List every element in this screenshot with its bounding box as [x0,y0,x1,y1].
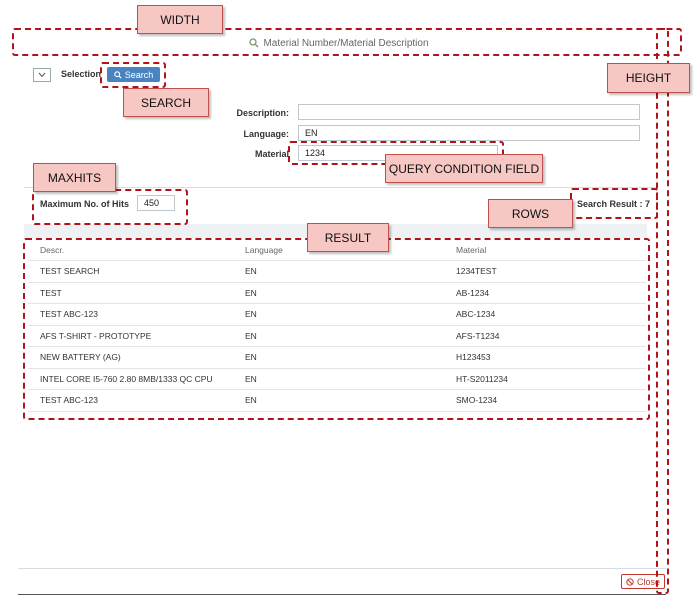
query-annotation-tag: QUERY CONDITION FIELD [385,154,543,183]
selection-label: Selection [61,69,102,79]
dialog-bottom-border [18,594,666,595]
result-annotation-tag: RESULT [307,223,389,252]
language-label: Language: [243,129,289,139]
rows-annotation-box [570,188,658,219]
description-label: Description: [236,108,289,118]
width-annotation-tag: WIDTH [137,5,223,34]
description-input[interactable] [298,104,640,120]
collapse-selection-button[interactable] [33,68,51,82]
language-input[interactable]: EN [298,125,640,141]
maxhits-annotation-tag: MAXHITS [33,163,116,192]
divider [24,187,658,188]
cancel-icon [626,577,634,586]
footer-divider [18,568,666,569]
result-annotation-box [23,238,650,420]
chevron-down-icon [38,72,46,78]
material-label: Material [254,149,289,159]
search-annotation-tag: SEARCH [123,88,209,117]
search-annotation-box [100,62,166,88]
height-annotation-box [656,28,669,594]
width-annotation-box [12,28,682,56]
height-annotation-tag: HEIGHT [607,63,690,93]
rows-annotation-tag: ROWS [488,199,573,228]
maxhits-annotation-box [32,189,188,225]
